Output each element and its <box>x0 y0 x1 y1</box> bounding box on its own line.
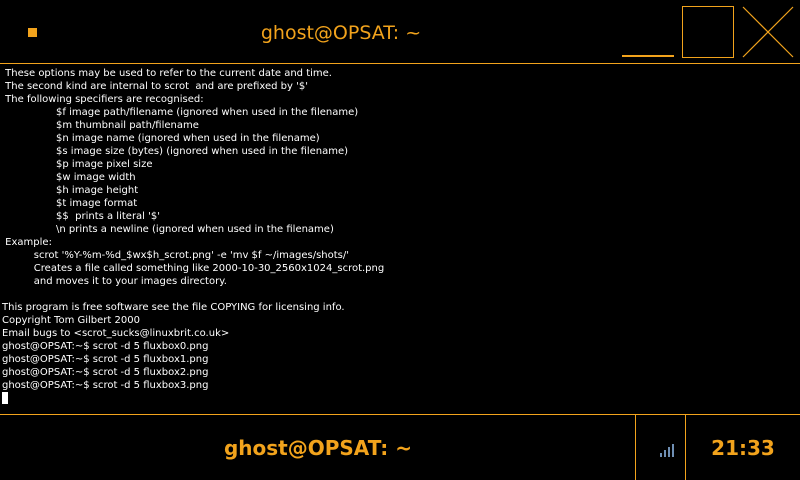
minimize-button[interactable] <box>622 6 674 58</box>
terminal-line: Email bugs to <scrot_sucks@linuxbrit.co.… <box>2 328 230 339</box>
close-button[interactable] <box>742 6 794 58</box>
terminal-line: $s image size (bytes) (ignored when used… <box>2 146 349 157</box>
terminal-line: $h image height <box>2 185 139 196</box>
terminal-line: $n image name (ignored when used in the … <box>2 133 320 144</box>
window-titlebar[interactable]: ghost@OPSAT: ~ <box>0 0 800 64</box>
terminal-prompt-line: ghost@OPSAT:~$ scrot -d 5 fluxbox1.png <box>2 354 209 365</box>
terminal-line: These options may be used to refer to th… <box>2 68 332 79</box>
terminal-prompt-line: ghost@OPSAT:~$ scrot -d 5 fluxbox2.png <box>2 367 209 378</box>
terminal-line: $p image pixel size <box>2 159 153 170</box>
terminal-line: $$ prints a literal '$' <box>2 211 160 222</box>
terminal-line: Copyright Tom Gilbert 2000 <box>2 315 140 326</box>
terminal-line: The second kind are internal to scrot an… <box>2 81 308 92</box>
clock[interactable]: 21:33 <box>686 435 800 461</box>
terminal-line: Example: <box>2 237 52 248</box>
terminal-line: and moves it to your images directory. <box>2 276 227 287</box>
system-tray <box>636 415 686 480</box>
signal-strength-icon[interactable] <box>660 442 678 458</box>
close-icon <box>742 6 794 58</box>
terminal-line: scrot '%Y-%m-%d_$wx$h_scrot.png' -e 'mv … <box>2 250 350 261</box>
terminal-prompt-line: ghost@OPSAT:~$ scrot -d 5 fluxbox0.png <box>2 341 209 352</box>
terminal-line: $m thumbnail path/filename <box>2 120 199 131</box>
square-menu-icon[interactable] <box>28 28 37 37</box>
terminal-line: Creates a file called something like 200… <box>2 263 385 274</box>
minimize-icon <box>622 55 674 57</box>
terminal-prompt-line: ghost@OPSAT:~$ scrot -d 5 fluxbox3.png <box>2 380 209 391</box>
terminal-line: \n prints a newline (ignored when used i… <box>2 224 334 235</box>
window-title: ghost@OPSAT: ~ <box>260 22 422 44</box>
terminal-output[interactable]: These options may be used to refer to th… <box>0 66 800 411</box>
terminal-line: The following specifiers are recognised: <box>2 94 204 105</box>
taskbar-window-label: ghost@OPSAT: ~ <box>223 436 413 460</box>
terminal-line: $f image path/filename (ignored when use… <box>2 107 359 118</box>
taskbar: ghost@OPSAT: ~ 21:33 <box>0 414 800 480</box>
maximize-button[interactable] <box>682 6 734 58</box>
terminal-line: $t image format <box>2 198 138 209</box>
taskbar-window-button[interactable]: ghost@OPSAT: ~ <box>0 415 636 480</box>
terminal-cursor <box>2 392 8 404</box>
terminal-line: This program is free software see the fi… <box>2 302 345 313</box>
desktop-screen: ghost@OPSAT: ~ These options may be used… <box>0 0 800 480</box>
terminal-line: $w image width <box>2 172 136 183</box>
